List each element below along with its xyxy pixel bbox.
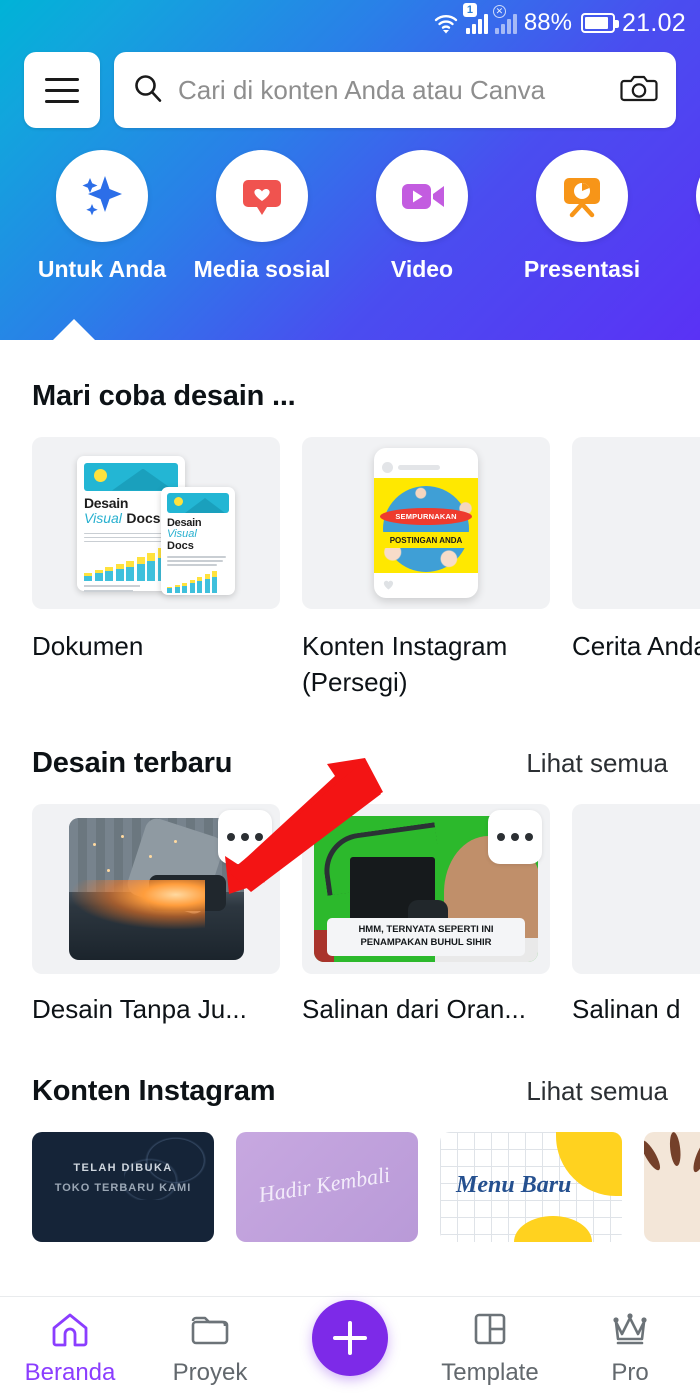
- section-title-recent: Desain terbaru: [32, 746, 233, 779]
- instagram-section-header: Konten Instagram Lihat semua: [0, 1025, 700, 1108]
- category-tab-media-sosial[interactable]: Media sosial: [182, 150, 342, 283]
- try-design-carousel[interactable]: Desain Visual Docs Desain Visual Docs Do…: [0, 413, 700, 701]
- try-design-header: Mari coba desain ...: [0, 340, 700, 413]
- thumbnail-caption: HMM, TERNYATA SEPERTI INI PENAMPAKAN BUH…: [327, 918, 525, 956]
- more-options-button[interactable]: [218, 809, 272, 864]
- category-tab-video[interactable]: Video: [342, 150, 502, 283]
- category-tab-untuk-anda[interactable]: Untuk Anda: [22, 150, 182, 283]
- category-label: Presentasi: [523, 256, 641, 282]
- preview-text-line2: POSTINGAN ANDA: [381, 532, 471, 548]
- nav-item-beranda[interactable]: Beranda: [5, 1310, 135, 1387]
- try-design-card-dokumen[interactable]: Desain Visual Docs Desain Visual Docs Do…: [32, 437, 280, 701]
- camera-icon[interactable]: [620, 72, 658, 109]
- nav-item-pro[interactable]: Pro: [565, 1310, 695, 1387]
- nav-item-create[interactable]: [285, 1299, 415, 1376]
- template-script-text: Menu Baru: [456, 1171, 572, 1198]
- video-camera-icon: [376, 150, 468, 242]
- sparkle-icon: [56, 150, 148, 242]
- clock-time: 21.02: [621, 8, 686, 37]
- instagram-carousel[interactable]: TELAH DIBUKA TOKO TERBARU KAMI Hadir Kem…: [0, 1108, 700, 1242]
- home-icon: [49, 1310, 91, 1353]
- app-header: 1 ✕ 88% 21.02 Cari di konten Anda atau C…: [0, 0, 700, 340]
- recent-design-label: Desain Tanpa Ju...: [32, 993, 247, 1024]
- recent-design-card-2[interactable]: HMM, TERNYATA SEPERTI INI PENAMPAKAN BUH…: [302, 803, 550, 1025]
- battery-icon: [580, 13, 619, 33]
- recent-designs-header: Desain terbaru Lihat semua: [0, 701, 700, 780]
- instagram-template-card-4[interactable]: [644, 1131, 700, 1242]
- template-layout-icon: [469, 1310, 511, 1353]
- nav-item-proyek[interactable]: Proyek: [145, 1310, 275, 1387]
- search-bar[interactable]: [114, 52, 676, 128]
- page-title: Mari coba desain ...: [32, 380, 296, 412]
- plus-icon: [333, 1320, 367, 1355]
- category-label: Media sosial: [193, 256, 331, 282]
- active-tab-indicator: [52, 319, 96, 340]
- recent-design-label: Salinan dari Oran...: [302, 993, 527, 1024]
- search-row: [0, 46, 700, 128]
- wifi-icon: [433, 11, 459, 35]
- sim-badge: 1: [462, 3, 477, 17]
- nav-label: Template: [441, 1359, 539, 1386]
- signal-bars-icon: 1: [462, 3, 488, 34]
- crown-icon: [609, 1310, 651, 1353]
- nav-label: Proyek: [172, 1359, 248, 1386]
- hamburger-menu-button[interactable]: [24, 52, 100, 128]
- status-bar: 1 ✕ 88% 21.02: [0, 0, 700, 46]
- template-text-line2: TOKO TERBARU KAMI: [54, 1181, 192, 1194]
- recent-design-card-3[interactable]: MUDAH, TERNYATA BEG Salinan d: [572, 803, 700, 1025]
- category-label: Untuk Anda: [37, 256, 167, 282]
- nav-label: Pro: [611, 1359, 649, 1386]
- recent-design-label: Salinan d: [572, 993, 681, 1024]
- category-tab-cetak[interactable]: Cetak: [662, 150, 700, 283]
- nav-item-template[interactable]: Template: [425, 1310, 555, 1387]
- more-options-icon: [497, 832, 505, 841]
- no-sim-icon: ✕: [492, 5, 517, 34]
- instagram-phone-preview-art: SEMPURNAKAN POSTINGAN ANDA: [302, 437, 550, 609]
- story-poster-preview-art: BER TAH KISA DIRI: [572, 437, 700, 609]
- try-design-card-cerita-anda[interactable]: BER TAH KISA DIRI Cerita Anda: [572, 437, 700, 701]
- try-design-card-label: Konten Instagram (Persegi): [302, 631, 508, 697]
- preview-text-line1: SEMPURNAKAN: [380, 508, 472, 525]
- instagram-template-card-2[interactable]: Hadir Kembali: [236, 1131, 418, 1242]
- heart-bubble-icon: [216, 150, 308, 242]
- see-all-recent-link[interactable]: Lihat semua: [526, 748, 668, 779]
- instagram-template-card-3[interactable]: Menu Baru: [440, 1131, 622, 1242]
- nav-label: Beranda: [24, 1359, 116, 1386]
- more-options-icon: [227, 832, 235, 841]
- category-label: Video: [390, 256, 454, 282]
- template-script-text: Hadir Kembali: [256, 1161, 392, 1207]
- try-design-card-label: Cerita Anda: [572, 631, 700, 661]
- battery-percent: 88%: [523, 9, 572, 36]
- template-text-line1: TELAH DIBUKA: [73, 1161, 173, 1174]
- try-design-card-label: Dokumen: [32, 631, 144, 661]
- search-input[interactable]: [178, 74, 606, 106]
- category-tab-presentasi[interactable]: Presentasi: [502, 150, 662, 283]
- folder-icon: [189, 1310, 231, 1353]
- recent-design-card-1[interactable]: Desain Tanpa Ju...: [32, 803, 280, 1025]
- recent-designs-carousel[interactable]: Desain Tanpa Ju... HMM, TERNYATA SEPERTI…: [0, 780, 700, 1025]
- see-all-instagram-link[interactable]: Lihat semua: [526, 1076, 668, 1107]
- try-design-card-konten-instagram[interactable]: SEMPURNAKAN POSTINGAN ANDA Konten Instag…: [302, 437, 550, 701]
- category-tabs: Untuk Anda Media sosial Video Presentasi: [0, 128, 700, 283]
- create-design-fab[interactable]: [312, 1299, 388, 1376]
- print-icon: [696, 150, 700, 242]
- canva-home-screen: 1 ✕ 88% 21.02 Cari di konten Anda atau C…: [0, 0, 700, 1400]
- hamburger-menu-icon: [45, 77, 79, 103]
- main-content: Mari coba desain ... Desain Visual Docs: [0, 340, 700, 1242]
- more-options-button[interactable]: [488, 809, 542, 864]
- instagram-template-card-1[interactable]: TELAH DIBUKA TOKO TERBARU KAMI: [32, 1131, 214, 1242]
- document-preview-art: Desain Visual Docs Desain Visual Docs: [32, 437, 280, 609]
- search-icon: [132, 72, 164, 109]
- presentation-chart-icon: [536, 150, 628, 242]
- bottom-navigation: Beranda Proyek Template Pro: [0, 1296, 700, 1400]
- section-title-instagram: Konten Instagram: [32, 1074, 276, 1107]
